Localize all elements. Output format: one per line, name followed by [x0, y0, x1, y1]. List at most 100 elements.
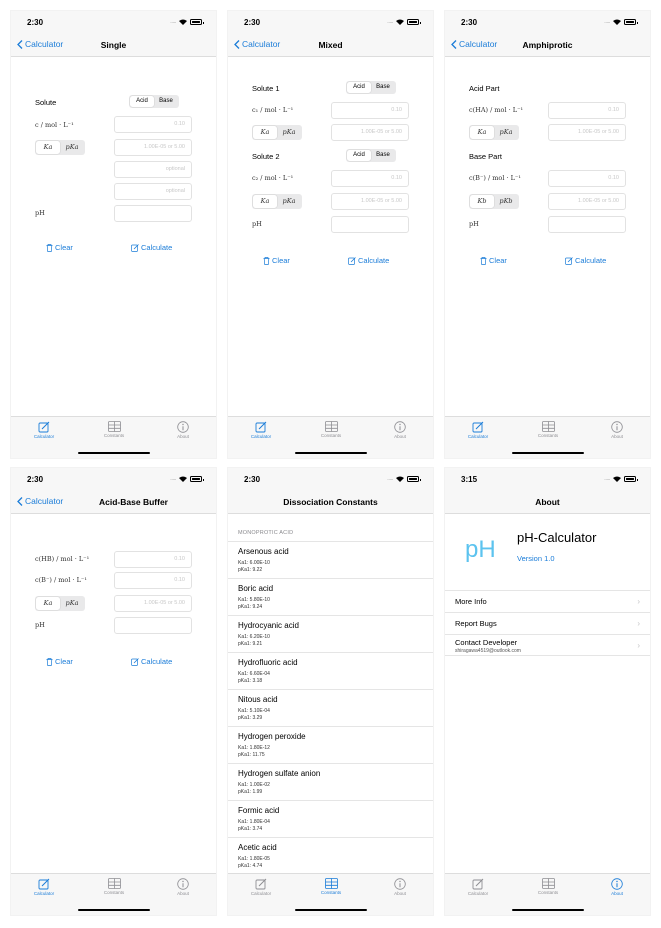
k2-field[interactable]: 1.00E-05 or 5.00	[331, 193, 409, 210]
segment-pka[interactable]: pKa	[494, 126, 518, 139]
calculate-button[interactable]: Calculate	[131, 243, 172, 252]
segment-pka[interactable]: pKa	[60, 597, 84, 610]
segment-pka[interactable]: pKa	[60, 141, 84, 154]
acid-pka: pKa1: 9.22	[238, 567, 263, 573]
ph-field[interactable]	[548, 216, 626, 233]
status-bar: 3:15 .....	[445, 468, 650, 492]
segment-ka[interactable]: Ka	[470, 126, 494, 139]
list-item[interactable]: Hydrofluoric acid Ka1: 6.60E-04 pKa1: 3.18	[228, 652, 433, 689]
segment-pka[interactable]: pKa	[277, 126, 301, 139]
segment-ka[interactable]: Ka	[36, 597, 60, 610]
k-field[interactable]: 1.00E-05 or 5.00	[114, 139, 192, 156]
tab-bar: Calculator Constants About	[445, 873, 650, 915]
tab-constants[interactable]: Constants	[518, 878, 578, 895]
segment-acid[interactable]: Acid	[347, 150, 371, 161]
tab-calculator[interactable]: Calculator	[231, 421, 291, 439]
segment-ka[interactable]: Ka	[253, 195, 277, 208]
tab-calculator[interactable]: Calculator	[14, 878, 74, 896]
ph-field[interactable]	[114, 205, 192, 222]
segment-ka[interactable]: Ka	[253, 126, 277, 139]
c1-field[interactable]: 0.10	[331, 102, 409, 119]
tab-about[interactable]: About	[587, 421, 647, 439]
list-item[interactable]: Hydrocyanic acid Ka1: 6.20E-10 pKa1: 9.21	[228, 615, 433, 652]
calculate-button[interactable]: Calculate	[348, 256, 389, 265]
tab-about[interactable]: About	[587, 878, 647, 896]
acid-pka: pKa1: 3.74	[238, 826, 263, 832]
segment-pka[interactable]: pKa	[277, 195, 301, 208]
list-item[interactable]: Hydrogen sulfate anion Ka1: 1.00E-02 pKa1:…	[228, 763, 433, 800]
calculate-button[interactable]: Calculate	[565, 256, 606, 265]
segment-ka[interactable]: Ka	[36, 141, 60, 154]
clear-button[interactable]: Clear	[263, 256, 290, 265]
kb-pkb-segment[interactable]: Kb pKb	[469, 194, 519, 209]
signal-icon: .....	[170, 19, 176, 25]
chb-label: c(HB) / mol · L⁻¹	[35, 555, 90, 563]
kb-field[interactable]: 1.00E-05 or 5.00	[548, 193, 626, 210]
ka-field[interactable]: 1.00E-05 or 5.00	[548, 124, 626, 141]
c2-field[interactable]: 0.10	[331, 170, 409, 187]
segment-acid[interactable]: Acid	[347, 82, 371, 93]
segment-base[interactable]: Base	[371, 150, 395, 161]
status-icons: .....	[170, 19, 204, 25]
back-button[interactable]: Calculator	[234, 39, 280, 49]
nav-bar: Calculator Acid-Base Buffer	[11, 492, 216, 514]
segment-base[interactable]: Base	[154, 96, 178, 107]
clear-button[interactable]: Clear	[46, 243, 73, 252]
segment-acid[interactable]: Acid	[130, 96, 154, 107]
list-item[interactable]: Formic acid Ka1: 1.80E-04 pKa1: 3.74	[228, 800, 433, 837]
cb-field[interactable]: 0.10	[548, 170, 626, 187]
cha-label: c(HA) / mol · L⁻¹	[469, 106, 524, 114]
segment-base[interactable]: Base	[371, 82, 395, 93]
tab-calculator[interactable]: Calculator	[14, 421, 74, 439]
acid-base-segment-1[interactable]: Acid Base	[346, 81, 396, 94]
k1-field[interactable]: 1.00E-05 or 5.00	[331, 124, 409, 141]
more-info-row[interactable]: More Info ›	[445, 590, 650, 612]
concentration-field[interactable]: 0.10	[114, 116, 192, 133]
ka-pka-segment[interactable]: Ka pKa	[469, 125, 519, 140]
tab-about[interactable]: About	[370, 421, 430, 439]
acid-ka: Ka1: 5.10E-04	[238, 708, 270, 714]
list-item[interactable]: Hydrogen peroxide Ka1: 1.80E-12 pKa1: 11.7…	[228, 726, 433, 763]
ka-pka-segment[interactable]: Ka pKa	[35, 596, 85, 611]
back-button[interactable]: Calculator	[17, 39, 63, 49]
list-item[interactable]: Nitous acid Ka1: 5.10E-04 pKa1: 3.29	[228, 689, 433, 726]
ka-pka-segment-2[interactable]: Ka pKa	[252, 194, 302, 209]
segment-pkb[interactable]: pKb	[494, 195, 518, 208]
home-indicator	[511, 908, 584, 911]
contact-developer-row[interactable]: Contact Developer shiragawa4519@outlook.…	[445, 634, 650, 656]
cb-field[interactable]: 0.10	[114, 572, 192, 589]
back-button[interactable]: Calculator	[17, 496, 63, 506]
tab-about[interactable]: About	[153, 878, 213, 896]
optional-field-2[interactable]: optional	[114, 183, 192, 200]
ph-field[interactable]	[114, 617, 192, 634]
k-field[interactable]: 1.00E-05 or 5.00	[114, 595, 192, 612]
tab-calculator[interactable]: Calculator	[231, 878, 291, 896]
segment-kb[interactable]: Kb	[470, 195, 494, 208]
tab-constants[interactable]: Constants	[518, 421, 578, 438]
ph-field[interactable]	[331, 216, 409, 233]
tab-constants[interactable]: Constants	[301, 421, 361, 438]
chb-field[interactable]: 0.10	[114, 551, 192, 568]
tab-calculator[interactable]: Calculator	[448, 421, 508, 439]
tab-calculator[interactable]: Calculator	[448, 878, 508, 896]
acid-base-segment[interactable]: Acid Base	[129, 95, 179, 108]
tab-constants[interactable]: Constants	[84, 878, 144, 895]
tab-about[interactable]: About	[370, 878, 430, 896]
list-item[interactable]: Acetic acid Ka1: 1.80E-05 pKa1: 4.74	[228, 837, 433, 874]
clear-button[interactable]: Clear	[480, 256, 507, 265]
list-item[interactable]: Boric acid Ka1: 5.80E-10 pKa1: 9.24	[228, 578, 433, 615]
tab-about[interactable]: About	[153, 421, 213, 439]
ka-pka-segment-1[interactable]: Ka pKa	[252, 125, 302, 140]
ka-pka-segment[interactable]: Ka pKa	[35, 140, 85, 155]
calculate-button[interactable]: Calculate	[131, 657, 172, 666]
back-label: Calculator	[459, 39, 498, 49]
cha-field[interactable]: 0.10	[548, 102, 626, 119]
report-bugs-row[interactable]: Report Bugs ›	[445, 612, 650, 634]
back-button[interactable]: Calculator	[451, 39, 497, 49]
tab-constants[interactable]: Constants	[84, 421, 144, 438]
optional-field-1[interactable]: optional	[114, 161, 192, 178]
acid-base-segment-2[interactable]: Acid Base	[346, 149, 396, 162]
clear-button[interactable]: Clear	[46, 657, 73, 666]
list-item[interactable]: Arsenous acid Ka1: 6.00E-10 pKa1: 9.22	[228, 541, 433, 578]
tab-constants[interactable]: Constants	[301, 878, 361, 895]
